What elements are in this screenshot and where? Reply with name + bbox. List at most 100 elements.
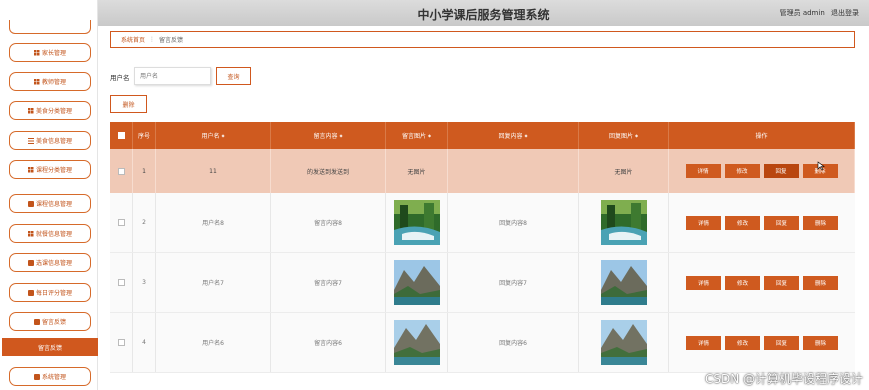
logout-link[interactable]: 退出登录 <box>831 9 859 17</box>
breadcrumb: 系统首页 ⋮ 留言反馈 <box>110 31 855 48</box>
select-all-checkbox[interactable] <box>117 132 125 139</box>
forest-waterfall-image[interactable] <box>600 200 647 245</box>
row-username: 用户名7 <box>156 253 271 312</box>
row-checkbox-cell <box>110 149 133 193</box>
sidebar-item-course-info[interactable]: 课程信息管理 <box>9 194 91 213</box>
message-icon <box>33 318 40 325</box>
detail-button[interactable]: 详情 <box>686 335 721 350</box>
header-image[interactable]: 留言图片 ◆ <box>386 122 448 149</box>
sidebar-item-feedback[interactable]: 留言反馈 <box>9 312 91 331</box>
row-username: 11 <box>156 149 271 193</box>
sidebar-subitem-feedback[interactable]: 留言反馈 <box>2 338 98 356</box>
sidebar-scroll-top <box>9 20 91 34</box>
row-content: 留言内容6 <box>271 313 386 372</box>
sidebar-item-dining-info[interactable]: 就餐信息管理 <box>9 224 91 243</box>
grid-icon <box>27 107 34 114</box>
row-image-cell <box>386 193 448 252</box>
cart-icon <box>27 259 34 266</box>
row-actions: 详情 修改 回复 删除 <box>669 193 855 252</box>
delete-button[interactable]: 删除 <box>803 335 838 350</box>
header-no: 序号 <box>133 122 156 149</box>
sidebar-item-system[interactable]: 系统管理 <box>9 367 91 386</box>
search-input[interactable] <box>134 67 211 85</box>
reply-button[interactable]: 回复 <box>764 275 799 290</box>
edit-button[interactable]: 修改 <box>724 164 760 178</box>
detail-button[interactable]: 详情 <box>685 164 721 178</box>
mountain-river-image[interactable] <box>393 260 440 305</box>
row-reply: 回复内容6 <box>448 313 579 372</box>
row-content: 的发送到发送到 <box>271 149 386 193</box>
sort-icon: ◆ <box>339 133 343 138</box>
header-reply[interactable]: 回复内容 ◆ <box>448 122 579 149</box>
settings-icon <box>33 373 40 380</box>
header-checkbox-cell <box>110 122 133 149</box>
mountain-river-image[interactable] <box>600 320 647 365</box>
row-actions: 详情 修改 回复 删除 <box>669 253 855 312</box>
sidebar-item-parents[interactable]: 家长管理 <box>9 43 91 62</box>
forest-waterfall-image[interactable] <box>393 200 440 245</box>
breadcrumb-current: 留言反馈 <box>159 37 184 44</box>
reply-button[interactable]: 回复 <box>763 164 799 178</box>
delete-button[interactable]: 删除 <box>803 215 838 230</box>
table-row: 1 11 的发送到发送到 无图片 无图片 详情 修改 回复 删除 <box>110 149 855 193</box>
app-title: 中小学课后服务管理系统 <box>417 8 550 22</box>
row-no: 1 <box>133 149 156 193</box>
chart-icon <box>27 289 34 296</box>
edit-button[interactable]: 修改 <box>725 215 760 230</box>
row-checkbox[interactable] <box>117 219 125 226</box>
row-actions: 详情 修改 回复 删除 <box>669 149 855 193</box>
row-reply-image-none: 无图片 <box>579 149 669 193</box>
header: 中小学课后服务管理系统 管理员 admin 退出登录 <box>98 0 869 26</box>
grid-icon <box>33 49 40 56</box>
row-image-cell <box>386 313 448 372</box>
sort-icon: ◆ <box>427 133 432 138</box>
sidebar-item-course-category[interactable]: 课程分类管理 <box>9 160 91 179</box>
search-button[interactable]: 查询 <box>216 67 251 85</box>
mountain-river-image[interactable] <box>393 320 440 365</box>
mountain-river-image[interactable] <box>600 260 647 305</box>
user-label: 管理员 admin <box>779 9 825 17</box>
sidebar-item-course-selection[interactable]: 选课信息管理 <box>9 253 91 272</box>
sidebar-item-daily-rating[interactable]: 每日评分管理 <box>9 283 91 302</box>
row-reply <box>448 149 579 193</box>
reply-button[interactable]: 回复 <box>764 215 799 230</box>
table-header: 序号 用户名 ◆ 留言内容 ◆ 留言图片 ◆ 回复内容 ◆ 回复图片 ◆ 操作 <box>110 122 855 149</box>
row-checkbox[interactable] <box>117 167 125 175</box>
row-reply: 回复内容7 <box>448 253 579 312</box>
row-reply-image-cell <box>579 253 669 312</box>
row-username: 用户名6 <box>156 313 271 372</box>
header-reply-image[interactable]: 回复图片 ◆ <box>579 122 669 149</box>
user-area: 管理员 admin 退出登录 <box>776 8 859 18</box>
sidebar-item-food-info[interactable]: 美食信息管理 <box>9 131 91 150</box>
row-checkbox-cell <box>110 253 133 312</box>
row-checkbox[interactable] <box>117 279 125 286</box>
search-label: 用户名 <box>110 74 130 82</box>
edit-button[interactable]: 修改 <box>725 275 760 290</box>
row-reply-image-cell <box>579 313 669 372</box>
table-row: 3 用户名7 留言内容7 回复内容7 详情 修改 回复 删除 <box>110 253 855 313</box>
page: 家长管理 教师管理 美食分类管理 美食信息管理 课程分类管理 课程信息管理 就餐… <box>0 0 869 390</box>
row-checkbox-cell <box>110 193 133 252</box>
detail-button[interactable]: 详情 <box>686 215 721 230</box>
sidebar-item-food-category[interactable]: 美食分类管理 <box>9 101 91 120</box>
delete-button[interactable]: 删除 <box>803 275 838 290</box>
list-icon <box>27 137 34 144</box>
breadcrumb-separator: ⋮ <box>149 36 156 43</box>
header-username[interactable]: 用户名 ◆ <box>156 122 271 149</box>
sort-icon: ◆ <box>221 133 225 138</box>
sidebar-item-teachers[interactable]: 教师管理 <box>9 72 91 91</box>
detail-button[interactable]: 详情 <box>686 275 721 290</box>
breadcrumb-home[interactable]: 系统首页 <box>121 35 145 44</box>
header-content[interactable]: 留言内容 ◆ <box>271 122 386 149</box>
row-content: 留言内容8 <box>271 193 386 252</box>
batch-delete-button[interactable]: 删除 <box>110 95 147 113</box>
row-no: 3 <box>133 253 156 312</box>
row-checkbox-cell <box>110 313 133 372</box>
sort-icon: ◆ <box>524 133 528 138</box>
edit-button[interactable]: 修改 <box>725 335 760 350</box>
reply-button[interactable]: 回复 <box>764 335 799 350</box>
sort-icon: ◆ <box>634 133 639 138</box>
row-checkbox[interactable] <box>117 339 125 346</box>
row-image-cell <box>386 253 448 312</box>
mouse-cursor-icon <box>817 161 825 171</box>
